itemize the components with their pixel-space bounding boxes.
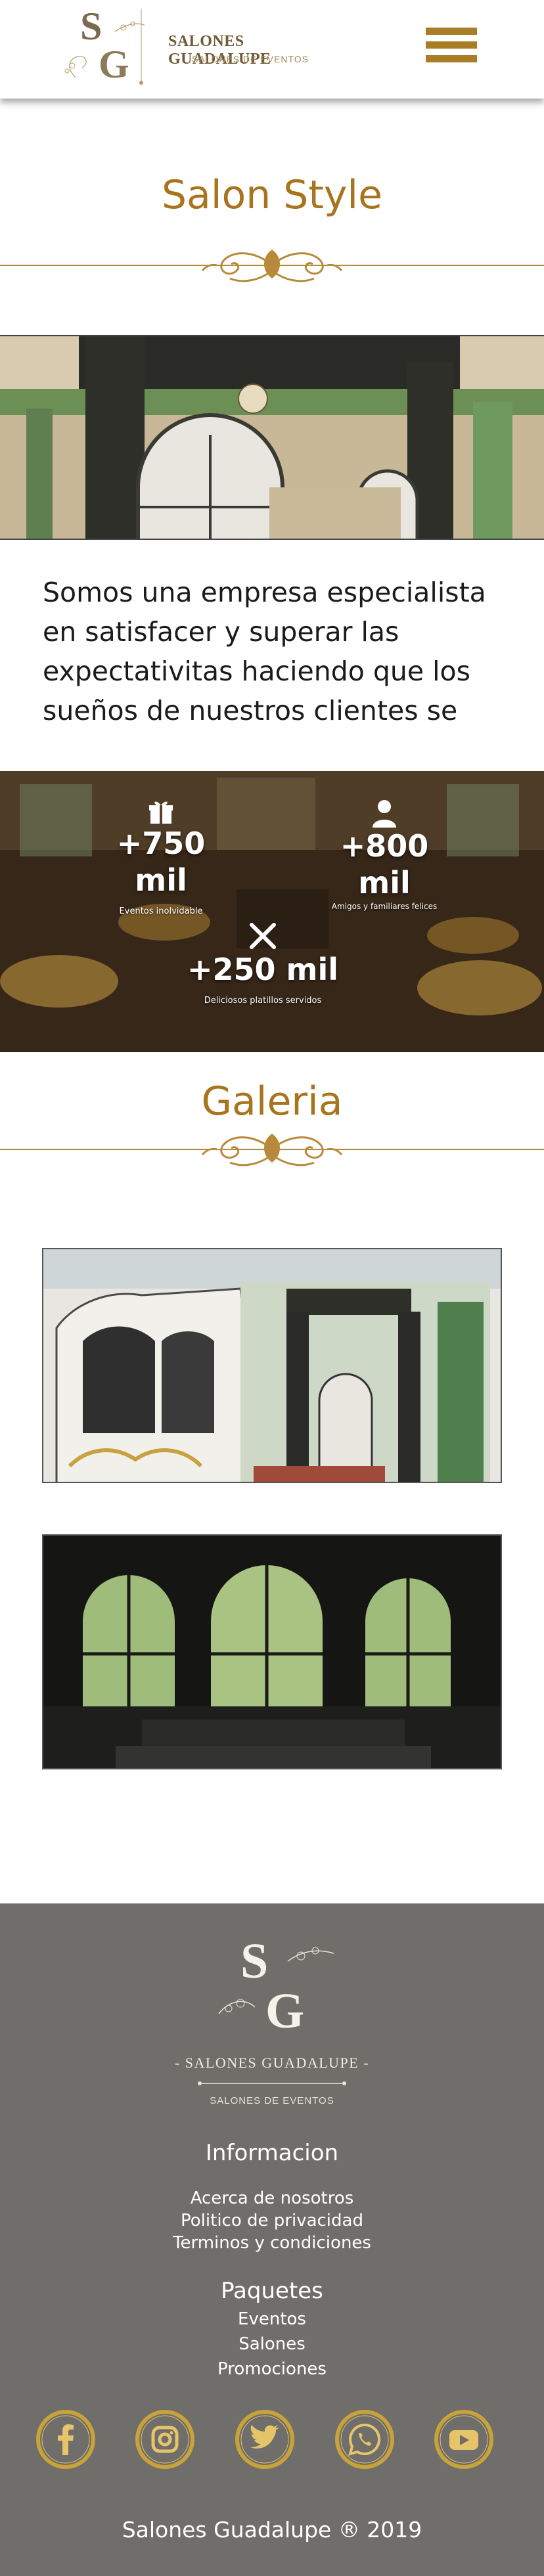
footer-link-terms[interactable]: Terminos y condiciones <box>0 2233 544 2253</box>
monogram-letter-s: S <box>80 5 102 48</box>
gallery-image-exterior[interactable] <box>42 1248 502 1483</box>
stat-friends: +800 mil Amigos y familiares felices <box>309 799 460 912</box>
stat-events: +750 mil Eventos inolvidable <box>89 799 233 917</box>
footer-link-salons[interactable]: Salones <box>0 2334 544 2354</box>
ornament-divider <box>0 244 544 302</box>
twitter-icon[interactable] <box>235 2409 295 2470</box>
hero-image-salon-entrance <box>0 335 544 540</box>
hamburger-menu-button[interactable] <box>426 28 477 67</box>
footer-link-events[interactable]: Eventos <box>0 2309 544 2329</box>
facebook-icon[interactable] <box>35 2409 96 2470</box>
flourish-ornament-icon <box>0 1134 544 1166</box>
cutlery-icon <box>250 923 276 949</box>
menu-bar-icon <box>426 41 477 49</box>
stat-friends-label: Amigos y familiares felices <box>331 902 438 911</box>
brand-subtitle: SALONES DE EVENTOS <box>192 54 309 64</box>
site-header: S G SALONES GUADALUPE SALONES DE EVENTOS <box>0 0 544 99</box>
footer-link-promotions[interactable]: Promociones <box>0 2359 544 2379</box>
footer-packages-heading: Paquetes <box>221 2278 323 2304</box>
gift-icon <box>149 801 173 824</box>
menu-bar-icon <box>426 28 477 35</box>
section-title-galeria: Galeria <box>201 1078 343 1124</box>
footer-link-about[interactable]: Acerca de nosotros <box>0 2188 544 2208</box>
footer-brand-subtitle: SALONES DE EVENTOS <box>210 2095 334 2106</box>
footer-link-privacy[interactable]: Politico de privacidad <box>0 2211 544 2231</box>
flourish-ornament-icon <box>0 250 544 282</box>
stat-dishes-label: Deliciosos platillos servidos <box>204 996 322 1006</box>
intro-paragraph: Somos una empresa especialista en satisf… <box>43 577 486 726</box>
copyright-text: Salones Guadalupe ® 2019 <box>122 2517 422 2543</box>
whatsapp-icon[interactable] <box>334 2409 395 2470</box>
user-icon <box>373 800 396 828</box>
gallery-image-interior-windows[interactable] <box>42 1534 502 1769</box>
footer-brand-name: - SALONES GUADALUPE - <box>174 2054 370 2071</box>
menu-bar-icon <box>426 55 477 62</box>
brand-logo[interactable]: S G SALONES GUADALUPE SALONES DE EVENTOS <box>53 5 329 91</box>
stat-friends-value: +800 mil <box>340 828 429 900</box>
ornament-divider <box>0 1128 544 1186</box>
footer-info-heading: Informacion <box>205 2140 339 2166</box>
monogram-letter-g: G <box>99 43 129 86</box>
site-footer: S G - SALONES GUADALUPE - SALONES DE EVE… <box>0 1903 544 2576</box>
instagram-icon[interactable] <box>135 2409 195 2470</box>
stat-events-value: +750 mil <box>116 826 206 898</box>
youtube-icon[interactable] <box>434 2409 494 2470</box>
stat-events-label: Eventos inolvidable <box>119 906 203 916</box>
footer-monogram-letter-s: S <box>240 1934 269 1989</box>
stats-background-image <box>0 771 544 1052</box>
stat-dishes: +250 mil Deliciosos platillos servidos <box>177 921 348 1006</box>
section-title-salon-style: Salon Style <box>161 172 383 218</box>
stats-section: +750 mil Eventos inolvidable +800 mil Am… <box>0 771 544 1052</box>
footer-monogram-letter-g: G <box>265 1984 305 2039</box>
footer-divider-icon <box>198 2081 346 2085</box>
stat-dishes-value: +250 mil <box>187 952 339 987</box>
